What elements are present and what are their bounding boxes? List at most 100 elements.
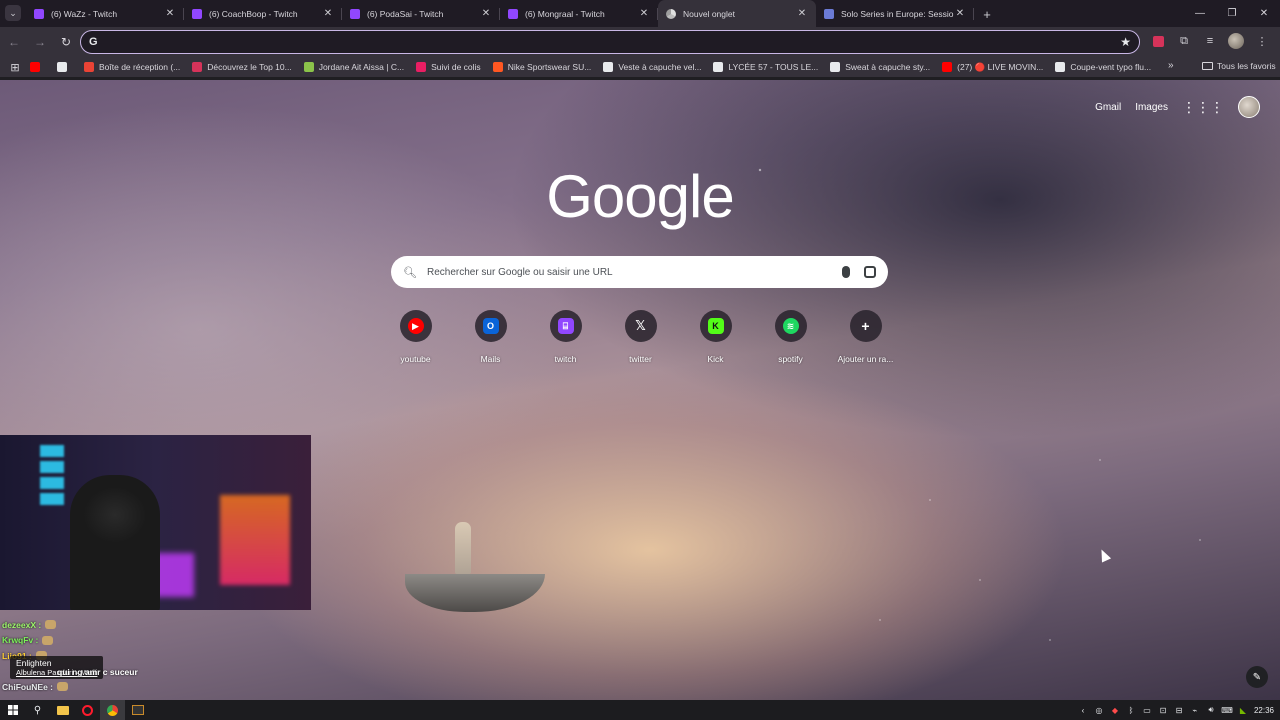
- bookmark-item[interactable]: [30, 62, 45, 72]
- close-tab-icon[interactable]: ✕: [480, 8, 492, 19]
- bookmark-item[interactable]: Jordane Ait Aissa | C...: [303, 62, 404, 72]
- bookmark-star-icon[interactable]: ★: [1120, 35, 1131, 49]
- tray-app-icon[interactable]: ⊡: [1158, 705, 1168, 715]
- profile-avatar: [1228, 33, 1244, 49]
- browser-tab[interactable]: (6) WaZz - Twitch ✕: [26, 0, 184, 27]
- close-tab-icon[interactable]: ✕: [796, 8, 808, 19]
- google-lens-icon[interactable]: [864, 266, 876, 278]
- images-link[interactable]: Images: [1135, 102, 1168, 113]
- browser-tab[interactable]: Solo Series in Europe: Session 5 ✕: [816, 0, 974, 27]
- neon-hexagon-lights: [40, 445, 64, 505]
- shortcut-twitter[interactable]: 𝕏twitter: [603, 310, 678, 364]
- window-controls: — ❐ ✕: [1184, 0, 1280, 27]
- bookmark-label: Veste à capuche vel...: [618, 62, 702, 72]
- shortcut-tile[interactable]: +: [849, 310, 882, 342]
- shortcut-tile[interactable]: K: [699, 310, 732, 342]
- extensions-puzzle-icon[interactable]: ⧉: [1174, 30, 1194, 52]
- account-avatar[interactable]: [1238, 96, 1260, 118]
- minimize-button[interactable]: —: [1184, 0, 1216, 27]
- back-button[interactable]: ←: [2, 30, 26, 54]
- shortcut-tile[interactable]: O: [474, 310, 507, 342]
- close-tab-icon[interactable]: ✕: [164, 8, 176, 19]
- usb-icon[interactable]: ⌁: [1190, 705, 1200, 715]
- opera-button[interactable]: [75, 700, 100, 720]
- volume-icon[interactable]: 🔊︎: [1206, 705, 1216, 715]
- browser-toolbar: ← → ↻ G ★ ⧉ ≡ ⋮: [0, 27, 1280, 57]
- close-tab-icon[interactable]: ✕: [638, 8, 650, 19]
- profile-button[interactable]: [1226, 30, 1246, 52]
- shortcut-twitch[interactable]: ⌸ twitch: [528, 310, 603, 364]
- background-child: [455, 522, 471, 574]
- shortcut-spotify[interactable]: ≋ spotify: [753, 310, 828, 364]
- shortcut-kick[interactable]: K Kick: [678, 310, 753, 364]
- gmail-link[interactable]: Gmail: [1095, 102, 1121, 113]
- tab-search-button[interactable]: ⌄: [5, 5, 21, 21]
- bookmark-item[interactable]: Découvrez le Top 10...: [192, 62, 292, 72]
- bookmark-item[interactable]: Coupe-vent typo flu...: [1055, 62, 1151, 72]
- obs-button[interactable]: [125, 700, 150, 720]
- nvidia-icon[interactable]: ◣: [1238, 705, 1248, 715]
- bookmark-label: Coupe-vent typo flu...: [1070, 62, 1152, 72]
- apps-grid-icon[interactable]: ⊞: [0, 61, 30, 74]
- address-bar[interactable]: G ★: [80, 30, 1140, 54]
- shortcut-tile[interactable]: 𝕏: [624, 310, 657, 342]
- restore-button[interactable]: ❐: [1216, 0, 1248, 27]
- file-explorer-button[interactable]: [50, 700, 75, 720]
- bookmark-label: Suivi de colis: [431, 62, 481, 72]
- shortcut-tile[interactable]: ⌸: [549, 310, 582, 342]
- search-box[interactable]: 🔍︎: [391, 256, 888, 288]
- bookmark-item[interactable]: (27) 🔴 LIVE MOVIN...: [942, 62, 1043, 73]
- extension-red-icon: [1152, 35, 1164, 47]
- keyboard-layout-icon[interactable]: ⌨: [1221, 705, 1233, 715]
- chrome-taskbar-button[interactable]: [100, 700, 125, 720]
- extension-button[interactable]: [1148, 30, 1168, 52]
- taskbar-search-icon[interactable]: ⚲: [25, 700, 50, 720]
- kick-icon: K: [707, 318, 724, 334]
- shortcut-label: Mails: [480, 354, 501, 364]
- tray-display-icon[interactable]: ▭: [1142, 705, 1152, 715]
- browser-tab[interactable]: (6) CoachBoop - Twitch ✕: [184, 0, 342, 27]
- bookmark-item[interactable]: LYCÉE 57 - TOUS LE...: [713, 62, 818, 72]
- reload-button[interactable]: ↻: [54, 30, 78, 54]
- bluetooth-icon[interactable]: ᛒ: [1126, 705, 1136, 715]
- steam-icon[interactable]: ◎: [1094, 705, 1104, 715]
- network-icon[interactable]: ⊟: [1174, 705, 1184, 715]
- bookmark-item[interactable]: Boîte de réception (...: [84, 62, 180, 72]
- browser-tab[interactable]: (6) Mongraal - Twitch ✕: [500, 0, 658, 27]
- shortcut-mails[interactable]: O Mails: [453, 310, 528, 364]
- microphone-icon[interactable]: [842, 266, 850, 278]
- shortcut-youtube[interactable]: ▶ youtube: [378, 310, 453, 364]
- folder-icon: [56, 705, 69, 715]
- bookmark-item[interactable]: Nike Sportswear SU...: [492, 62, 591, 72]
- close-tab-icon[interactable]: ✕: [954, 8, 966, 19]
- all-bookmarks-button[interactable]: Tous les favoris: [1202, 61, 1276, 71]
- bookmark-item[interactable]: Suivi de colis: [416, 62, 481, 72]
- shortcut-tile[interactable]: ≋: [774, 310, 807, 342]
- tab-title: (6) WaZz - Twitch: [51, 8, 118, 19]
- top-links: Gmail Images ⋮⋮⋮: [1095, 96, 1260, 118]
- bookmark-item[interactable]: Sweat à capuche sty...: [830, 62, 930, 72]
- menu-kebab-icon[interactable]: ⋮: [1252, 30, 1272, 52]
- nike-icon: [492, 62, 503, 72]
- tray-red-app-icon[interactable]: ◆: [1110, 705, 1120, 715]
- chat-message: qui ng amr c suceur: [57, 667, 138, 677]
- close-window-button[interactable]: ✕: [1248, 0, 1280, 27]
- bookmark-item[interactable]: [57, 62, 72, 72]
- tray-overflow-chevron-icon[interactable]: ‹: [1078, 705, 1088, 715]
- close-tab-icon[interactable]: ✕: [322, 8, 334, 19]
- search-input[interactable]: [426, 266, 842, 278]
- shortcut-tile[interactable]: ▶: [399, 310, 432, 342]
- media-controls-icon[interactable]: ≡: [1200, 30, 1220, 52]
- address-input[interactable]: [103, 36, 1121, 48]
- forward-button[interactable]: →: [28, 30, 52, 54]
- shortcut-ajouter-un-ra[interactable]: + Ajouter un ra...: [828, 310, 903, 364]
- start-button[interactable]: [0, 700, 25, 720]
- browser-tab[interactable]: Nouvel onglet ✕: [658, 0, 816, 27]
- new-tab-button[interactable]: +: [974, 7, 1000, 27]
- google-apps-icon[interactable]: ⋮⋮⋮: [1182, 99, 1224, 116]
- clock[interactable]: 22:36: [1254, 706, 1274, 715]
- more-bookmarks-chevron-icon[interactable]: »: [1168, 60, 1174, 71]
- browser-tab[interactable]: (6) PodaSai - Twitch ✕: [342, 0, 500, 27]
- bookmark-item[interactable]: Veste à capuche vel...: [603, 62, 701, 72]
- customize-pencil-icon[interactable]: ✎: [1246, 666, 1268, 688]
